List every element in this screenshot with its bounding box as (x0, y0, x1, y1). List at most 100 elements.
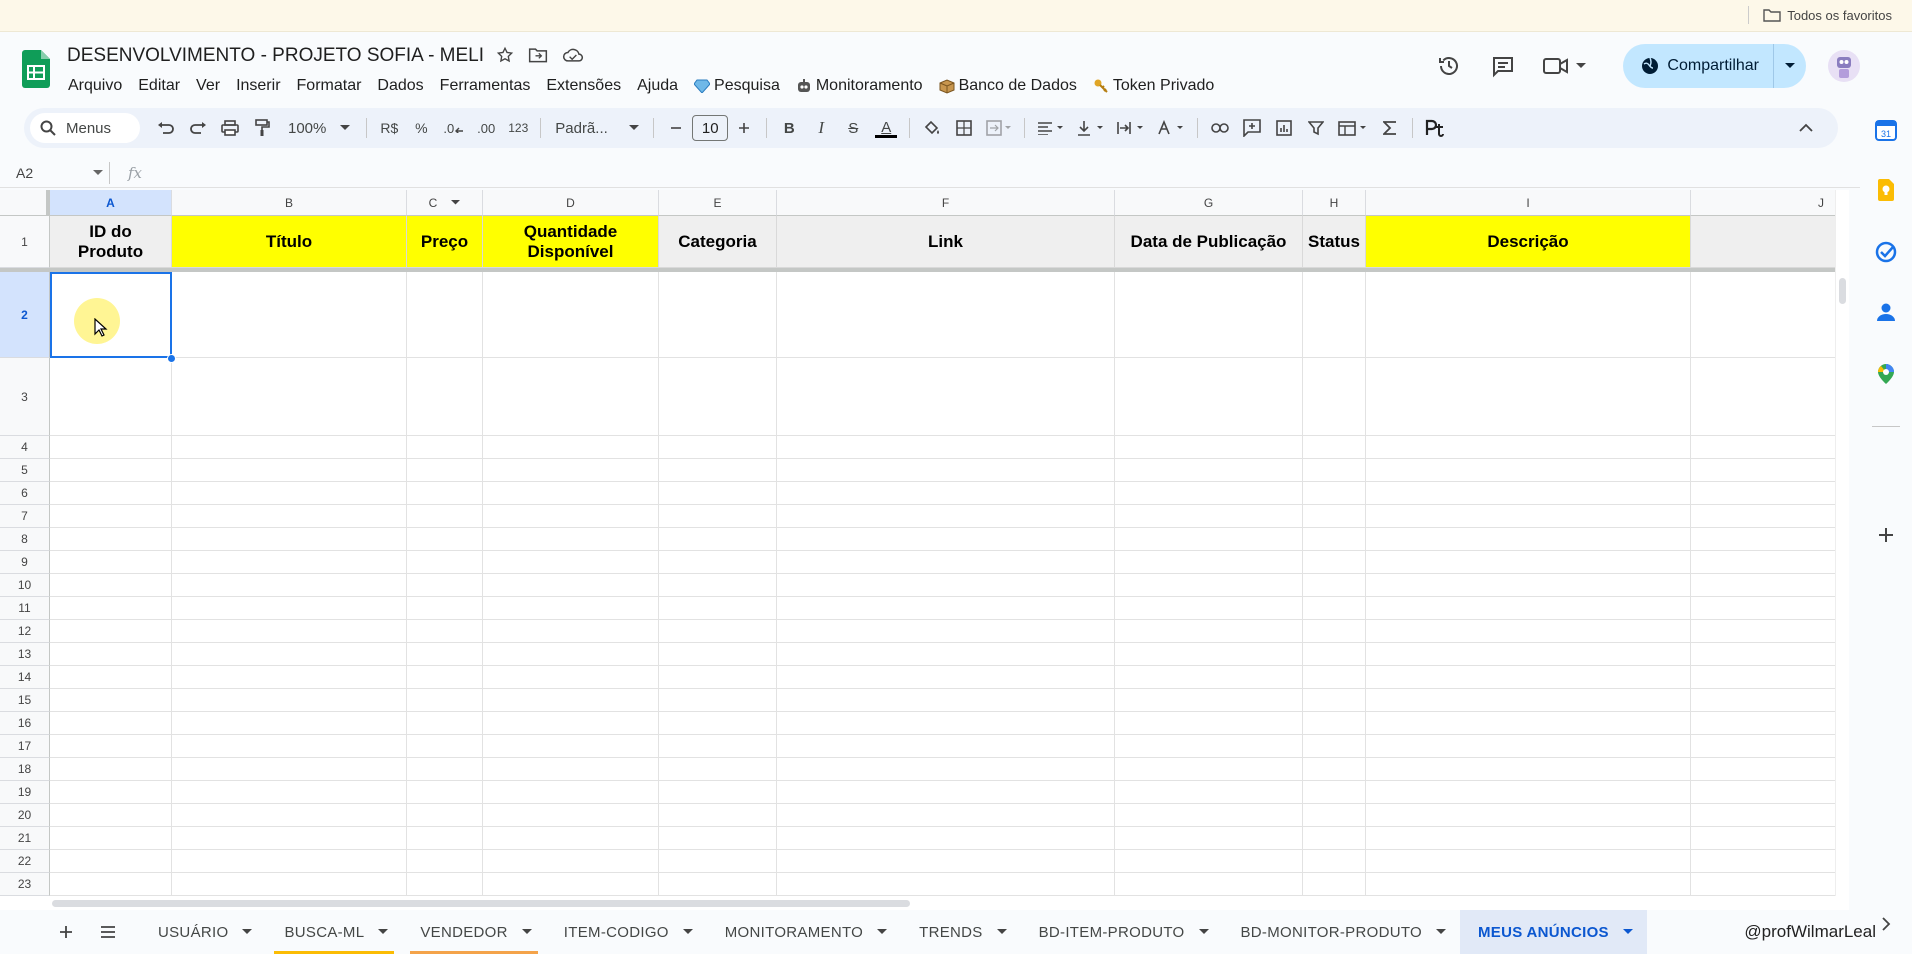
cell-b7[interactable] (172, 505, 407, 528)
cell-f6[interactable] (777, 482, 1115, 505)
column-header-c[interactable]: C (407, 190, 483, 216)
cell-d4[interactable] (483, 436, 659, 459)
cell-g6[interactable] (1115, 482, 1303, 505)
cell-a8[interactable] (50, 528, 172, 551)
zoom-select[interactable]: 100% (280, 114, 358, 142)
spreadsheet-grid[interactable]: A B C D E F G H I J 1 ID do Produto Títu… (0, 190, 1849, 896)
cell-h17[interactable] (1303, 735, 1366, 758)
cell-a19[interactable] (50, 781, 172, 804)
cell-e16[interactable] (659, 712, 777, 735)
menu-banco-de-dados[interactable]: Banco de Dados (931, 75, 1085, 97)
cell-i2[interactable] (1366, 272, 1691, 358)
extension-addon-button[interactable] (1421, 114, 1451, 142)
cell-a5[interactable] (50, 459, 172, 482)
cell-h8[interactable] (1303, 528, 1366, 551)
cell-a4[interactable] (50, 436, 172, 459)
chevron-down-icon[interactable] (877, 929, 888, 935)
cell-j7[interactable] (1691, 505, 1849, 528)
strikethrough-button[interactable]: S (839, 114, 867, 142)
text-rotation-button[interactable] (1153, 114, 1189, 142)
cell-c9[interactable] (407, 551, 483, 574)
cell-h21[interactable] (1303, 827, 1366, 850)
cell-i15[interactable] (1366, 689, 1691, 712)
row-header-9[interactable]: 9 (0, 551, 50, 574)
cell-a16[interactable] (50, 712, 172, 735)
collapse-menus-button[interactable] (1792, 114, 1820, 142)
side-panel-toggle[interactable] (1874, 912, 1898, 936)
chevron-down-icon[interactable] (682, 929, 693, 935)
vertical-scrollbar[interactable] (1835, 190, 1849, 896)
row-header-13[interactable]: 13 (0, 643, 50, 666)
cell-a14[interactable] (50, 666, 172, 689)
row-header-21[interactable]: 21 (0, 827, 50, 850)
cell-j17[interactable] (1691, 735, 1849, 758)
decrease-decimal-button[interactable]: .0 (439, 114, 468, 142)
cell-g4[interactable] (1115, 436, 1303, 459)
row-header-8[interactable]: 8 (0, 528, 50, 551)
redo-button[interactable] (184, 114, 212, 142)
insert-link-button[interactable] (1206, 114, 1234, 142)
cell-b4[interactable] (172, 436, 407, 459)
filter-button[interactable] (1302, 114, 1330, 142)
cell-h20[interactable] (1303, 804, 1366, 827)
cell-c17[interactable] (407, 735, 483, 758)
star-icon[interactable] (496, 46, 514, 64)
column-header-i[interactable]: I (1366, 190, 1691, 216)
row-header-7[interactable]: 7 (0, 505, 50, 528)
cell-g7[interactable] (1115, 505, 1303, 528)
cell-d21[interactable] (483, 827, 659, 850)
menu-ver[interactable]: Ver (188, 75, 228, 97)
column-header-j[interactable]: J (1691, 190, 1849, 216)
corner-select-all[interactable] (0, 190, 50, 216)
cell-g9[interactable] (1115, 551, 1303, 574)
row-header-14[interactable]: 14 (0, 666, 50, 689)
cell-e18[interactable] (659, 758, 777, 781)
cell-f5[interactable] (777, 459, 1115, 482)
cell-b16[interactable] (172, 712, 407, 735)
cell-d22[interactable] (483, 850, 659, 873)
move-folder-icon[interactable] (528, 46, 548, 64)
cell-j15[interactable] (1691, 689, 1849, 712)
cell-i13[interactable] (1366, 643, 1691, 666)
cell-c19[interactable] (407, 781, 483, 804)
menu-arquivo[interactable]: Arquivo (60, 75, 130, 97)
row-header-6[interactable]: 6 (0, 482, 50, 505)
row-header-4[interactable]: 4 (0, 436, 50, 459)
cell-i11[interactable] (1366, 597, 1691, 620)
cell-b22[interactable] (172, 850, 407, 873)
cell-f2[interactable] (777, 272, 1115, 358)
menu-ferramentas[interactable]: Ferramentas (432, 75, 539, 97)
cell-h19[interactable] (1303, 781, 1366, 804)
cell-i19[interactable] (1366, 781, 1691, 804)
cell-b15[interactable] (172, 689, 407, 712)
cell-a22[interactable] (50, 850, 172, 873)
cell-a20[interactable] (50, 804, 172, 827)
cell-h22[interactable] (1303, 850, 1366, 873)
cell-c15[interactable] (407, 689, 483, 712)
cell-a6[interactable] (50, 482, 172, 505)
row-header-18[interactable]: 18 (0, 758, 50, 781)
cell-g11[interactable] (1115, 597, 1303, 620)
cell-i20[interactable] (1366, 804, 1691, 827)
cell-e9[interactable] (659, 551, 777, 574)
cell-e8[interactable] (659, 528, 777, 551)
menu-monitoramento[interactable]: Monitoramento (788, 75, 931, 97)
cell-d7[interactable] (483, 505, 659, 528)
cell-i14[interactable] (1366, 666, 1691, 689)
cell-i17[interactable] (1366, 735, 1691, 758)
cell-g13[interactable] (1115, 643, 1303, 666)
add-sheet-button[interactable] (48, 914, 84, 950)
cell-f18[interactable] (777, 758, 1115, 781)
sheets-logo-icon[interactable] (22, 50, 50, 88)
filter-views-button[interactable] (1334, 114, 1372, 142)
cell-b23[interactable] (172, 873, 407, 896)
cell-i5[interactable] (1366, 459, 1691, 482)
cell-f4[interactable] (777, 436, 1115, 459)
text-wrap-button[interactable] (1113, 114, 1149, 142)
horizontal-align-button[interactable] (1033, 114, 1069, 142)
cell-g22[interactable] (1115, 850, 1303, 873)
menu-inserir[interactable]: Inserir (228, 75, 288, 97)
borders-button[interactable] (950, 114, 978, 142)
cell-b11[interactable] (172, 597, 407, 620)
cell-f15[interactable] (777, 689, 1115, 712)
